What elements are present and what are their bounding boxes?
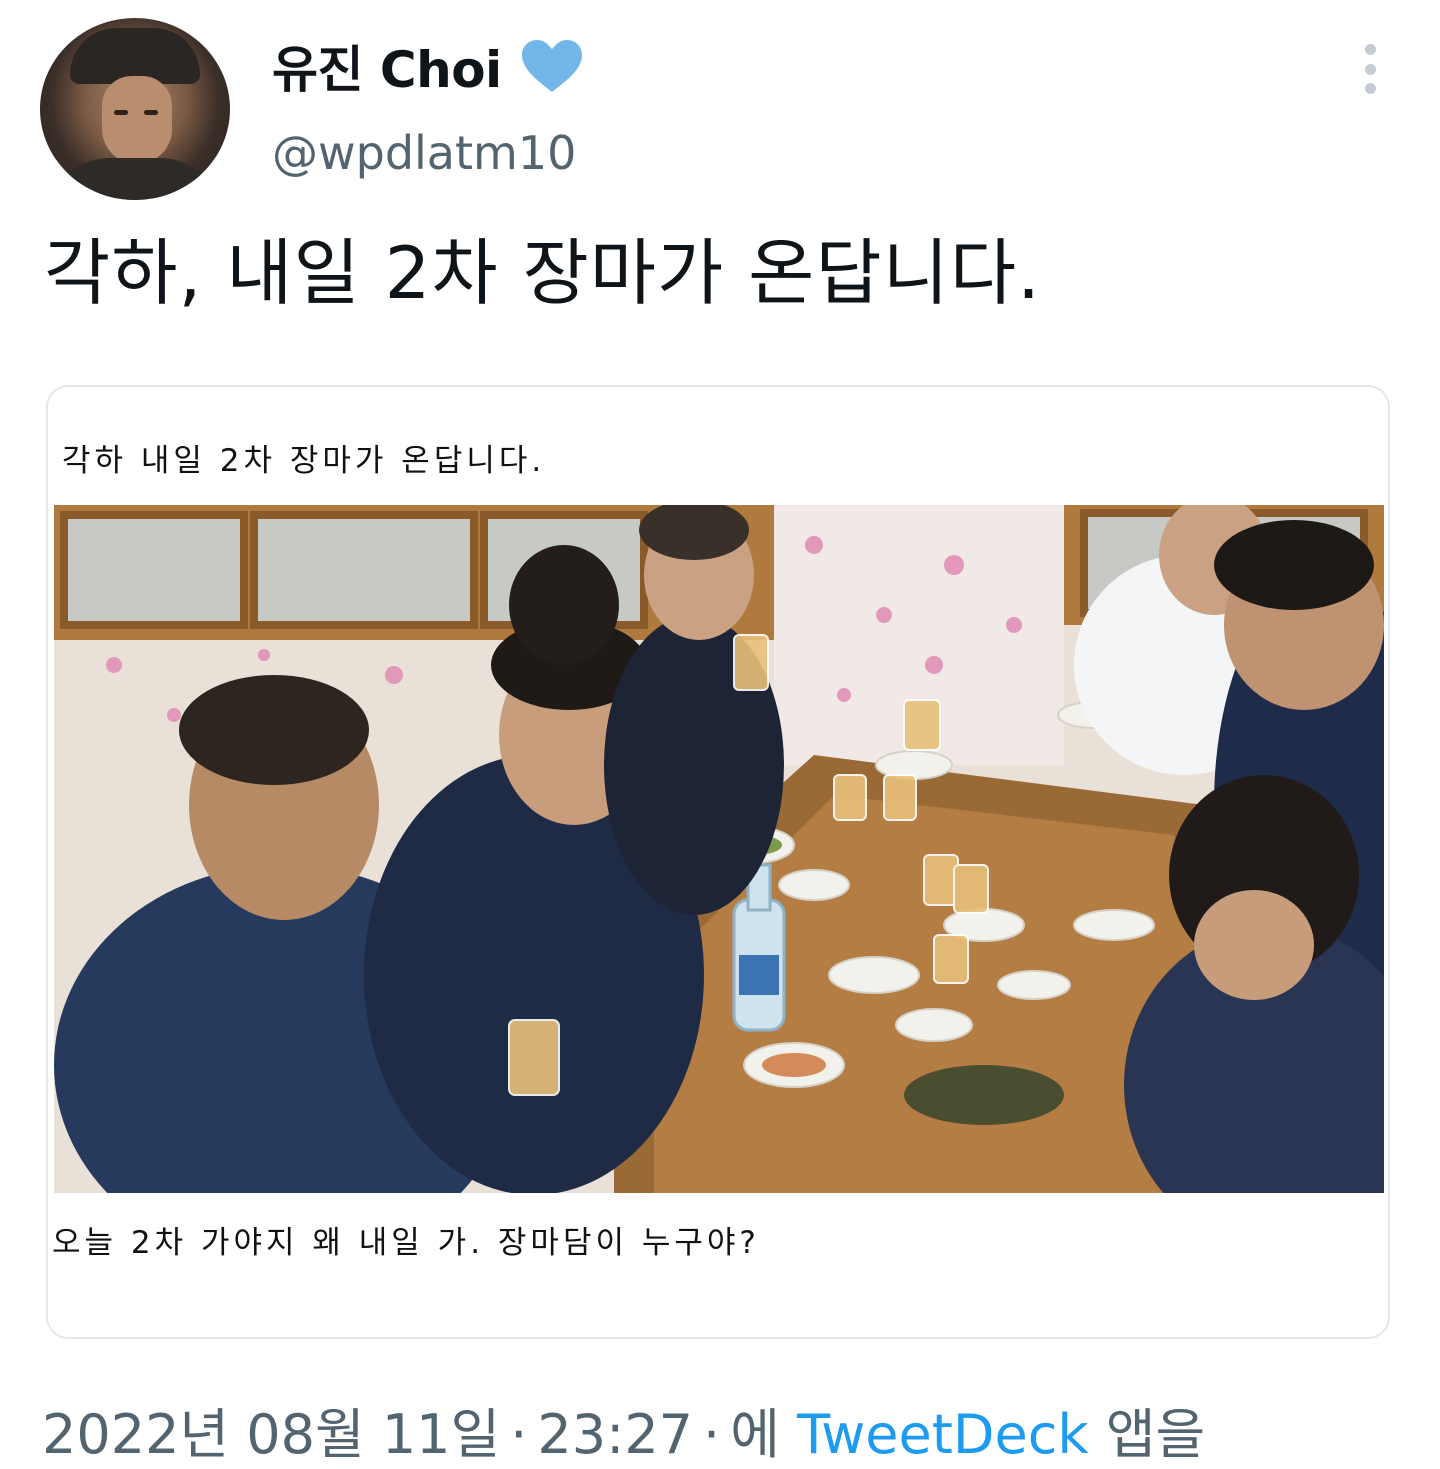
more-dot	[1364, 63, 1376, 75]
heart-icon	[521, 40, 582, 92]
meme-top-caption: 각하 내일 2차 장마가 온답니다.	[62, 443, 546, 479]
avatar-jacket	[50, 158, 220, 200]
more-options-icon[interactable]	[1356, 44, 1384, 94]
separator-dot: ·	[510, 1403, 528, 1466]
more-dot	[1364, 44, 1376, 55]
photo-illustration	[54, 505, 1384, 1193]
more-dot	[1364, 83, 1376, 94]
author-avatar[interactable]	[40, 18, 230, 200]
tweet-metadata: 2022년 08월 11일 · 23:27 · 에 TweetDeck 앱을	[42, 1390, 1205, 1469]
separator-dot: ·	[703, 1403, 721, 1466]
tweet-text: 각하, 내일 2차 장마가 온답니다.	[44, 231, 1042, 315]
via-suffix: 앱을	[1105, 1403, 1206, 1466]
meme-bottom-caption: 오늘 2차 가야지 왜 내일 가. 장마담이 누구야?	[52, 1225, 760, 1261]
tweet-time[interactable]: 23:27	[537, 1403, 693, 1466]
avatar-eye-right	[144, 110, 158, 115]
dinner-photo	[54, 505, 1384, 1193]
author-name-row[interactable]: 유진 Choi	[272, 30, 584, 102]
tweet-date[interactable]: 2022년 08월 11일	[42, 1403, 500, 1466]
tweet-media[interactable]: 각하 내일 2차 장마가 온답니다. 오늘 2차 가야지 왜 내일 가. 장마담…	[46, 385, 1390, 1339]
author-handle[interactable]: @wpdlatm10	[272, 126, 576, 180]
source-app-link[interactable]: TweetDeck	[797, 1403, 1089, 1466]
avatar-eye-left	[114, 110, 128, 115]
author-display-name[interactable]: 유진 Choi	[272, 30, 502, 102]
avatar-face	[102, 76, 172, 164]
via-prefix: 에	[730, 1403, 780, 1466]
